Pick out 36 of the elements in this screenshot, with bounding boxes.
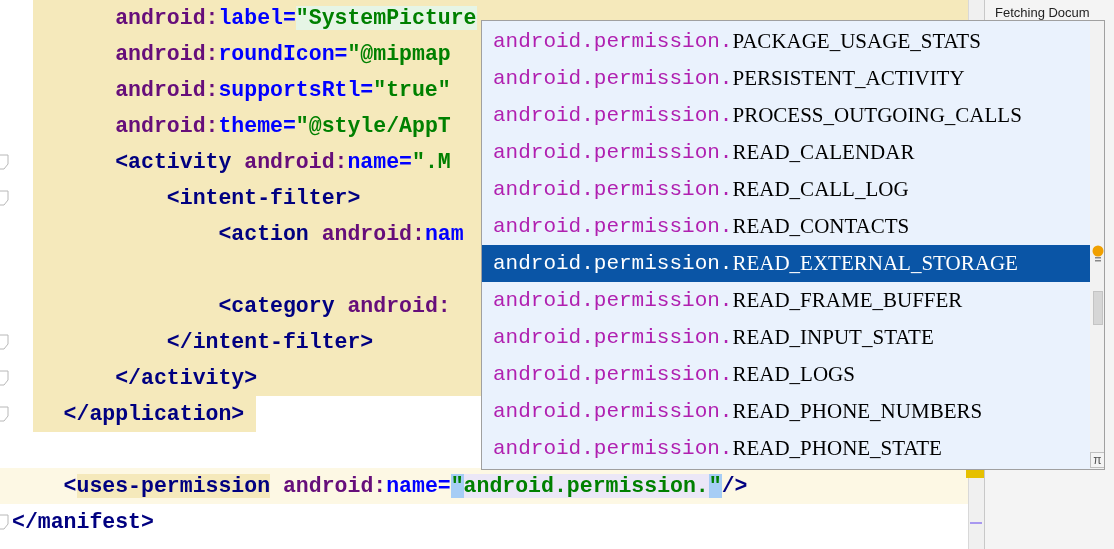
fold-marker-icon[interactable] bbox=[0, 370, 9, 386]
pi-button[interactable]: π bbox=[1090, 452, 1104, 468]
code-line: </application> bbox=[62, 401, 245, 428]
completion-item[interactable]: android.permission.READ_PHONE_STATE bbox=[482, 430, 1090, 467]
completion-item[interactable]: android.permission.PACKAGE_USAGE_STATS bbox=[482, 23, 1090, 60]
code-line: android:label="SystemPicture bbox=[114, 5, 477, 32]
code-line: </activity> bbox=[114, 365, 258, 392]
documentation-status: Fetching Docum bbox=[995, 5, 1090, 20]
code-line: <intent-filter> bbox=[165, 185, 361, 212]
completion-item[interactable]: android.permission.PROCESS_OUTGOING_CALLS bbox=[482, 97, 1090, 134]
completion-item[interactable]: android.permission.READ_LOGS bbox=[482, 356, 1090, 393]
completion-item[interactable]: android.permission.READ_CALENDAR bbox=[482, 134, 1090, 171]
lightbulb-icon[interactable] bbox=[1092, 245, 1104, 263]
completion-item[interactable]: android.permission.READ_PHONE_NUMBERS bbox=[482, 393, 1090, 430]
scrollbar-thumb[interactable] bbox=[1093, 291, 1103, 325]
code-line: android:roundIcon="@mipmap bbox=[114, 41, 451, 68]
code-line: <category android: bbox=[217, 293, 451, 320]
fold-marker-icon[interactable] bbox=[0, 154, 9, 170]
completion-item[interactable]: android.permission.READ_INPUT_STATE bbox=[482, 319, 1090, 356]
completion-item[interactable]: android.permission.PERSISTENT_ACTIVITY bbox=[482, 60, 1090, 97]
completion-item[interactable]: android.permission.READ_EXTERNAL_STORAGE bbox=[482, 245, 1090, 282]
fold-marker-icon[interactable] bbox=[0, 334, 9, 350]
error-stripe-marker[interactable] bbox=[970, 522, 982, 524]
code-line: android:theme="@style/AppT bbox=[114, 113, 451, 140]
completion-item[interactable]: android.permission.READ_CALL_LOG bbox=[482, 171, 1090, 208]
completion-item[interactable]: android.permission.READ_FRAME_BUFFER bbox=[482, 282, 1090, 319]
code-line: <action android:nam bbox=[217, 221, 464, 248]
fold-marker-icon[interactable] bbox=[0, 514, 9, 530]
code-line: android:supportsRtl="true" bbox=[114, 77, 451, 104]
code-line: </manifest> bbox=[12, 509, 154, 536]
fold-marker-icon[interactable] bbox=[0, 406, 9, 422]
completion-item[interactable]: android.permission.READ_CONTACTS bbox=[482, 208, 1090, 245]
code-line: </intent-filter> bbox=[165, 329, 374, 356]
fold-marker-icon[interactable] bbox=[0, 190, 9, 206]
code-line: <uses-permission android:name="android.permission."/> bbox=[62, 473, 748, 500]
code-line: <activity android:name=".M bbox=[114, 149, 451, 176]
